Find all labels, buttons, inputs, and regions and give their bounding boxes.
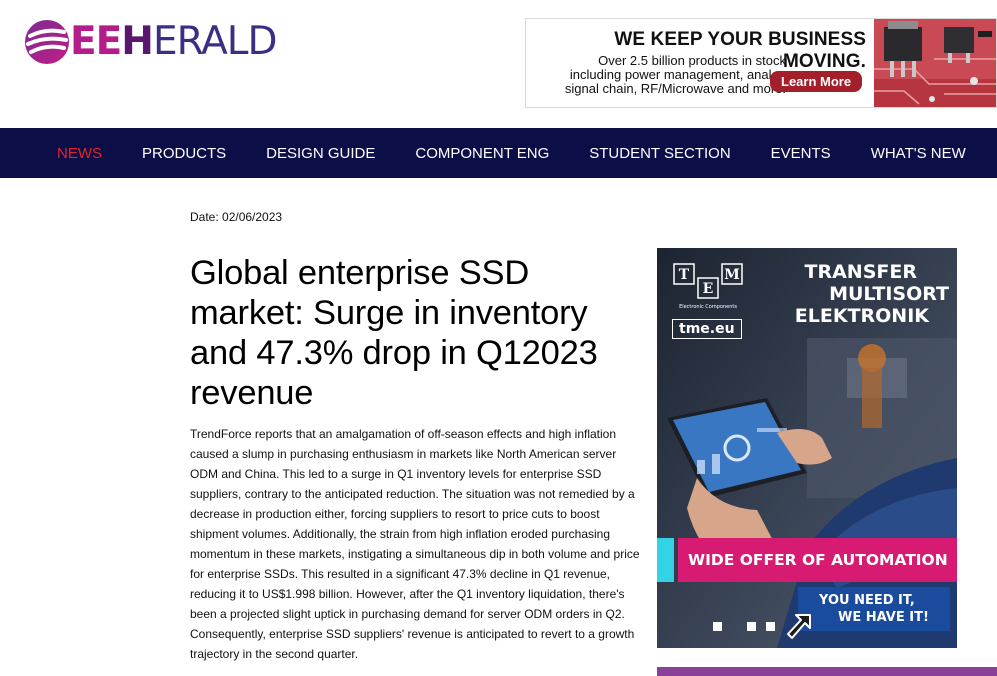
tme-sidebar-ad[interactable]: T M E Electronic Components tme.eu TRANS… — [657, 248, 957, 648]
sidebar-divider-bar — [657, 667, 997, 676]
nav-item-student-section[interactable]: STUDENT SECTION — [589, 145, 730, 162]
svg-text:Electronic Components: Electronic Components — [679, 304, 737, 310]
accent-stripe — [657, 538, 674, 582]
learn-more-button[interactable]: Learn More — [770, 71, 863, 92]
article-date: Date: 02/06/2023 — [190, 210, 283, 224]
tme-logo-icon: T M E Electronic Components — [673, 263, 743, 310]
svg-text:T: T — [679, 267, 690, 283]
site-header: EEHERALD WE KEEP YOUR BUSINESS MOVING. O… — [0, 0, 997, 128]
site-logo[interactable]: EEHERALD — [24, 18, 278, 66]
pointer-cursor-icon — [787, 614, 811, 639]
svg-text:E: E — [703, 281, 714, 297]
nav-item-events[interactable]: EVENTS — [771, 145, 831, 162]
svg-text:M: M — [724, 267, 740, 283]
offer-label: WIDE OFFER OF AUTOMATION — [678, 538, 957, 582]
article-title: Global enterprise SSD market: Surge in i… — [190, 254, 598, 412]
nav-item-products[interactable]: PRODUCTS — [142, 145, 226, 162]
article-body: TrendForce reports that an amalgamation … — [190, 427, 640, 661]
nav-item-whats-new[interactable]: WHAT'S NEW — [871, 145, 966, 162]
carousel-dot[interactable] — [766, 622, 775, 631]
eeherald-swirl-logo-icon — [25, 20, 69, 64]
tagline-box: YOU NEED IT, WE HAVE IT! — [798, 587, 950, 631]
nav-item-news[interactable]: NEWS — [57, 145, 102, 162]
top-banner-ad[interactable]: WE KEEP YOUR BUSINESS MOVING. Over 2.5 b… — [525, 18, 997, 108]
tme-ad-headline: TRANSFER MULTISORT ELEKTRONIK — [794, 261, 949, 327]
circuit-board-photo — [874, 19, 996, 107]
carousel-dot[interactable] — [747, 622, 756, 631]
carousel-dot[interactable] — [713, 622, 722, 631]
news-article: Date: 02/06/2023 Global enterprise SSD m… — [190, 208, 642, 664]
nav-item-design-guide[interactable]: DESIGN GUIDE — [266, 145, 375, 162]
top-ad-subtext: Over 2.5 billion products in stock inclu… — [564, 53, 786, 96]
carousel-dots — [713, 622, 785, 631]
main-navigation: NEWS PRODUCTS DESIGN GUIDE COMPONENT ENG… — [0, 128, 997, 178]
offer-banner: WIDE OFFER OF AUTOMATION — [657, 538, 957, 582]
tme-site-label: tme.eu — [672, 319, 742, 339]
logo-wordmark: EEHERALD — [70, 19, 278, 64]
nav-item-component-eng[interactable]: COMPONENT ENG — [415, 145, 549, 162]
